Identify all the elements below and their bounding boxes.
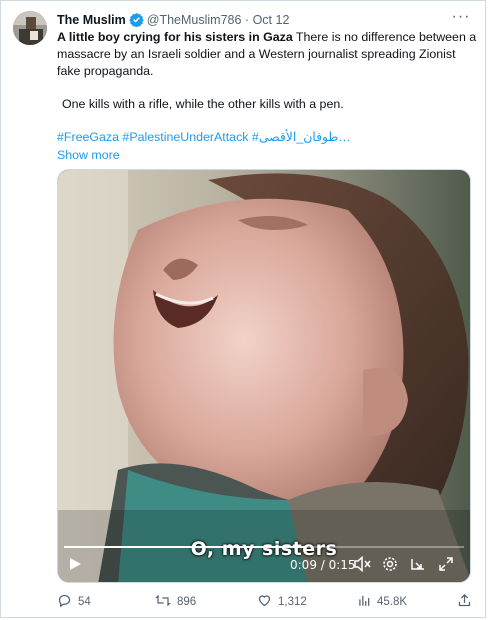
retweet-button[interactable]: 896 xyxy=(155,591,196,613)
reply-icon xyxy=(58,594,71,608)
tweet-card[interactable]: The Muslim @TheMuslim786 · Oct 12 ··· A l… xyxy=(0,0,486,618)
share-button[interactable] xyxy=(457,591,478,613)
views-icon xyxy=(359,595,370,606)
video-caption: O, my sisters xyxy=(190,538,338,560)
video-player[interactable]: O, my sisters 0:09 / 0:15 xyxy=(57,169,471,583)
volume-muted-icon[interactable] xyxy=(354,552,372,578)
like-count: 1,312 xyxy=(278,596,307,608)
video-time: 0:09 / 0:15 xyxy=(290,558,356,572)
display-name[interactable]: The Muslim xyxy=(57,13,126,27)
tweet-header: The Muslim @TheMuslim786 · Oct 12 xyxy=(57,11,471,29)
handle[interactable]: @TheMuslim786 xyxy=(147,13,242,27)
like-button[interactable]: 1,312 xyxy=(257,591,307,613)
video-progress-bar[interactable] xyxy=(64,546,464,548)
more-icon[interactable]: ··· xyxy=(451,9,471,29)
views-count: 45.8K xyxy=(377,596,408,608)
tweet-lead-bold: A little boy crying for his sisters in G… xyxy=(57,30,293,44)
fullscreen-icon[interactable] xyxy=(438,552,454,578)
tweet-paragraph-1: A little boy crying for his sisters in G… xyxy=(57,29,477,80)
video-frame xyxy=(58,170,470,582)
avatar[interactable] xyxy=(13,11,47,45)
avatar-image xyxy=(13,11,47,45)
share-icon xyxy=(458,593,471,607)
play-icon[interactable] xyxy=(68,552,82,578)
tweet-text: A little boy crying for his sisters in G… xyxy=(57,29,477,164)
tweet-actions: 54 896 1,312 45.8K xyxy=(57,591,477,613)
views-button[interactable]: 45.8K xyxy=(357,591,407,613)
tweet-date[interactable]: Oct 12 xyxy=(253,13,290,27)
reply-count: 54 xyxy=(78,596,91,608)
video-progress-fill xyxy=(64,546,304,548)
retweet-count: 896 xyxy=(177,596,197,608)
like-icon xyxy=(258,595,271,607)
retweet-icon xyxy=(155,595,171,606)
tweet-paragraph-2: One kills with a rifle, while the other … xyxy=(62,97,344,111)
show-more-link[interactable]: Show more xyxy=(57,147,477,164)
settings-icon[interactable] xyxy=(382,552,398,578)
reply-button[interactable]: 54 xyxy=(57,591,91,613)
pip-icon[interactable] xyxy=(410,552,426,578)
hashtags[interactable]: #FreeGaza #PalestineUnderAttack #طوفان_ا… xyxy=(57,129,477,146)
